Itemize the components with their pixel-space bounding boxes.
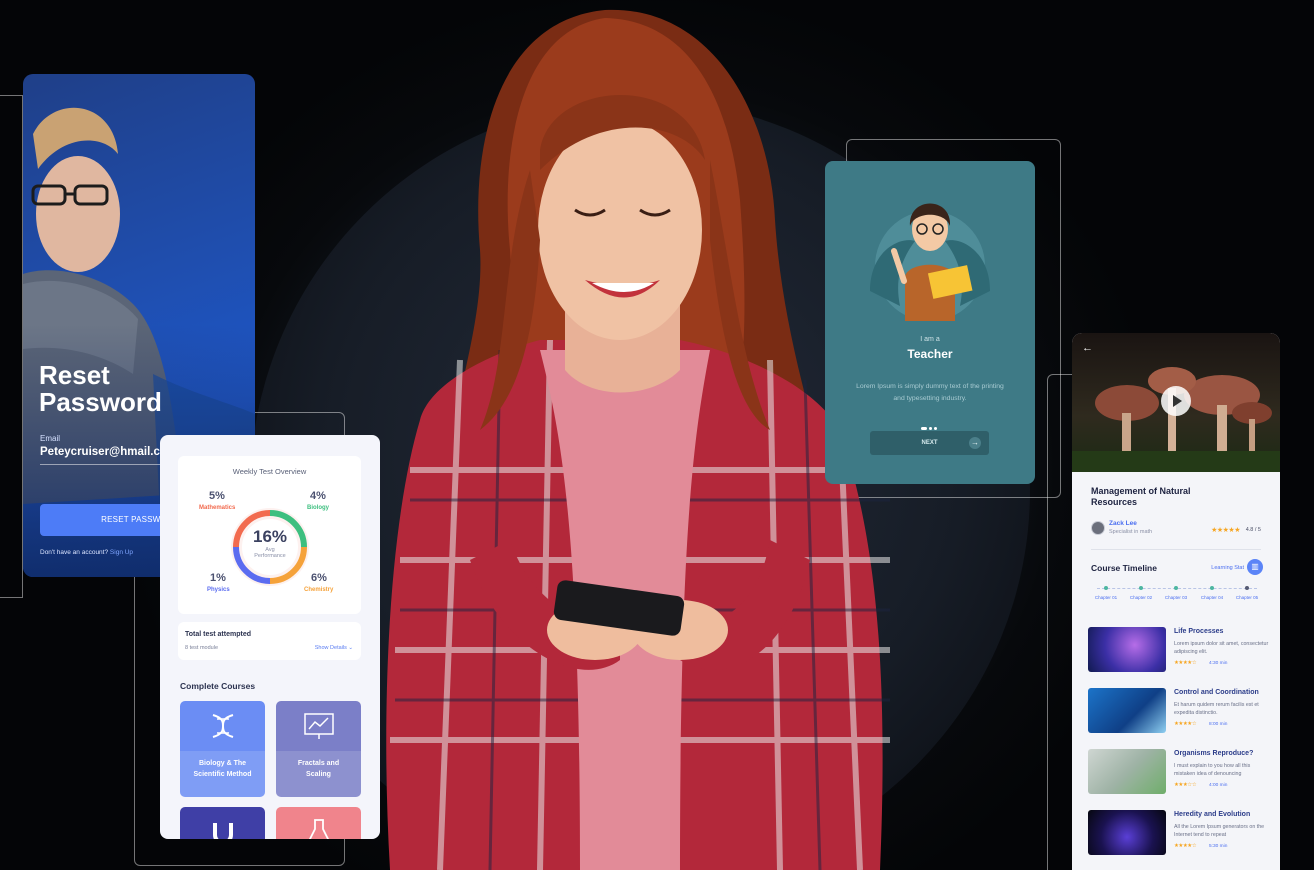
lesson-thumbnail	[1088, 749, 1166, 794]
average-label: Avg Performance	[254, 547, 286, 560]
email-field[interactable]: Peteycruiser@hmail.com	[40, 446, 177, 458]
lesson-title: Life Processes	[1174, 628, 1224, 635]
show-details-link[interactable]: Show Details ⌄	[315, 645, 353, 651]
rating-stars: ★★★★★	[1211, 527, 1240, 534]
next-button[interactable]: NEXT →	[870, 431, 989, 455]
timeline-dot[interactable]	[1245, 586, 1249, 590]
subject-percent: 5%	[209, 490, 225, 502]
instructor-name[interactable]: Zack Lee	[1109, 520, 1137, 527]
lesson-thumbnail	[1088, 810, 1166, 855]
signup-link[interactable]: Sign Up	[110, 549, 133, 556]
timeline-dot[interactable]	[1174, 586, 1178, 590]
lesson-item[interactable]: Organisms Reproduce? I must explain to y…	[1088, 749, 1273, 797]
subject-percent: 1%	[210, 572, 226, 584]
onboarding-description: Lorem Ipsum is simply dummy text of the …	[856, 383, 1004, 403]
arrow-right-icon: →	[969, 437, 981, 449]
dna-icon	[212, 714, 234, 738]
lesson-item[interactable]: Life Processes Lorem ipsum dolor sit ame…	[1088, 627, 1273, 675]
chevron-down-icon: ⌄	[348, 645, 353, 651]
lesson-stars: ★★★★☆	[1174, 721, 1197, 727]
instructor-avatar	[1091, 521, 1105, 535]
lesson-item[interactable]: Heredity and Evolution All the Lorem Ips…	[1088, 810, 1273, 858]
page-dot	[934, 427, 937, 431]
course-tile-label: Fractals and Scaling	[276, 751, 361, 797]
frame-line-left	[0, 95, 23, 598]
page-dot-active	[921, 427, 927, 431]
course-timeline-title: Course Timeline	[1091, 563, 1157, 573]
show-details-label: Show Details	[314, 645, 347, 651]
lesson-duration: 8:00 min	[1209, 722, 1228, 727]
subject-label: Chemistry	[304, 587, 334, 593]
weekly-test-title: Weekly Test Overview	[232, 467, 307, 476]
lesson-title: Heredity and Evolution	[1174, 811, 1251, 818]
onboarding-role: Teacher	[907, 347, 953, 361]
lesson-description: Lorem ipsum dolor sit amet, consectetur …	[1174, 641, 1269, 656]
teacher-onboarding-screen: I am a Teacher Lorem Ipsum is simply dum…	[825, 161, 1035, 484]
total-tests-panel: Total test attempted 8 test module Show …	[178, 622, 361, 660]
chapter-label: Chapter 02	[1129, 595, 1153, 600]
page-dot	[929, 427, 932, 431]
course-video-thumbnail[interactable]: ←	[1072, 333, 1280, 472]
course-tile[interactable]	[276, 807, 361, 839]
lesson-duration: 4:30 min	[1209, 661, 1228, 666]
chapter-label: Chapter 04	[1200, 595, 1224, 600]
reset-password-title: Reset Password	[39, 360, 162, 418]
lesson-item[interactable]: Control and Coordination Et harum quidem…	[1088, 688, 1273, 736]
lesson-description: All the Lorem Ipsum generators on the In…	[1174, 824, 1265, 839]
timeline-dot[interactable]	[1104, 586, 1108, 590]
lesson-stars: ★★★★☆	[1174, 843, 1197, 849]
onboarding-intro: I am a	[920, 336, 940, 343]
course-detail-screen: ← Management of Natural Resources Zack L…	[1072, 333, 1280, 870]
total-tests-count: 8 test module	[185, 645, 219, 651]
magnet-icon	[213, 823, 233, 839]
instructor-role: Specialist in math	[1109, 529, 1153, 535]
subject-label: Biology	[307, 505, 329, 511]
course-tile[interactable]: Biology & The Scientific Method	[180, 701, 265, 797]
learning-stat-link[interactable]: Learning Stat	[1211, 565, 1244, 571]
lesson-thumbnail	[1088, 688, 1166, 733]
lesson-description: I must explain to you how all this mista…	[1174, 763, 1251, 778]
chapter-label: Chapter 05	[1235, 595, 1259, 600]
course-tile[interactable]	[180, 807, 265, 839]
chapter-label: Chapter 03	[1164, 595, 1188, 600]
email-label: Email	[40, 434, 61, 443]
play-icon[interactable]	[1161, 386, 1191, 416]
flask-icon	[308, 819, 330, 839]
chart-board-icon	[304, 713, 334, 739]
signup-prompt: Don't have an account? Sign Up	[40, 549, 133, 556]
lesson-title: Control and Coordination	[1174, 689, 1259, 696]
course-tile-label: Biology & The Scientific Method	[180, 751, 265, 797]
rating-value: 4.8 / 5	[1245, 527, 1261, 533]
lesson-duration: 5:30 min	[1209, 844, 1228, 849]
hero-stage: Reset Password Email Peteycruiser@hmail.…	[0, 0, 1314, 870]
total-tests-title: Total test attempted	[185, 631, 251, 638]
lesson-description: Et harum quidem rerum facilis est et exp…	[1174, 702, 1259, 717]
timeline-dot[interactable]	[1210, 586, 1214, 590]
course-tile[interactable]: Fractals and Scaling	[276, 701, 361, 797]
signup-prompt-text: Don't have an account?	[40, 549, 109, 556]
subject-label: Physics	[207, 587, 230, 593]
average-performance: 16% Avg Performance	[230, 527, 310, 559]
next-label: NEXT	[921, 440, 938, 446]
subject-percent: 6%	[311, 572, 327, 584]
lesson-stars: ★★★★☆	[1174, 660, 1197, 666]
teacher-illustration	[870, 203, 990, 321]
chapter-label: Chapter 01	[1094, 595, 1118, 600]
timeline-dot[interactable]	[1139, 586, 1143, 590]
lesson-title: Organisms Reproduce?	[1174, 750, 1254, 757]
lesson-stars: ★★★☆☆	[1174, 782, 1197, 788]
back-arrow-icon[interactable]: ←	[1082, 342, 1093, 354]
subject-percent: 4%	[310, 490, 326, 502]
complete-courses-title: Complete Courses	[180, 681, 256, 691]
bar-chart-icon[interactable]: ▥	[1247, 559, 1263, 575]
course-title: Management of Natural Resources	[1091, 486, 1191, 508]
lesson-duration: 4:00 min	[1209, 783, 1228, 788]
average-value: 16%	[252, 527, 288, 546]
lesson-thumbnail	[1088, 627, 1166, 672]
weekly-test-overview-panel: Weekly Test Overview 5% Mathematics 4% B…	[178, 456, 361, 614]
weekly-test-screen: Weekly Test Overview 5% Mathematics 4% B…	[160, 435, 380, 839]
divider	[1091, 549, 1261, 550]
